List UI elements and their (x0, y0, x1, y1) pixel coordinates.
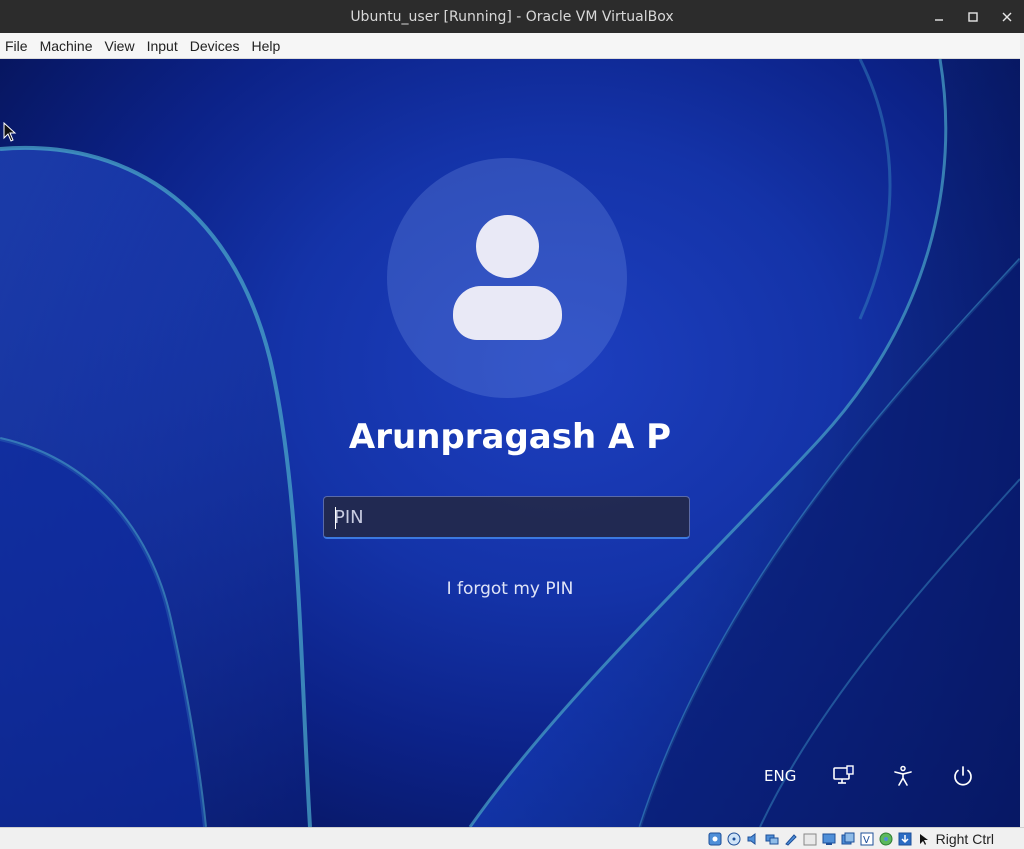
vm-display[interactable]: Arunpragash A P I forgot my PIN ENG (0, 59, 1020, 827)
avatar-body-icon (453, 286, 562, 340)
window-titlebar: Ubuntu_user [Running] - Oracle VM Virtua… (0, 0, 1024, 33)
keyboard-capture-icon (916, 831, 932, 847)
avatar-head-icon (476, 215, 539, 278)
usb-icon[interactable] (783, 831, 799, 847)
network-icon[interactable] (826, 759, 860, 793)
user-name: Arunpragash A P (348, 417, 672, 457)
vt-x-icon: V (859, 831, 875, 847)
mouse-cursor-icon (3, 122, 17, 142)
network-adapter-icon[interactable] (764, 831, 780, 847)
optical-drive-icon[interactable] (726, 831, 742, 847)
pin-field[interactable] (323, 496, 690, 539)
menu-view[interactable]: View (99, 33, 141, 59)
status-bar: V Right Ctrl (0, 827, 1024, 849)
close-icon[interactable] (990, 0, 1024, 33)
menu-bar: File Machine View Input Devices Help (0, 33, 1020, 59)
svg-text:V: V (863, 835, 870, 846)
accessibility-icon[interactable] (886, 759, 920, 793)
pin-input[interactable] (324, 497, 689, 537)
menu-file[interactable]: File (0, 33, 35, 59)
menu-machine[interactable]: Machine (35, 33, 100, 59)
menu-help[interactable]: Help (247, 33, 288, 59)
language-indicator[interactable]: ENG (764, 759, 796, 793)
menu-devices[interactable]: Devices (185, 33, 247, 59)
guest-additions-icon[interactable] (878, 831, 894, 847)
menu-input[interactable]: Input (142, 33, 185, 59)
mouse-integration-icon[interactable] (897, 831, 913, 847)
maximize-icon[interactable] (956, 0, 990, 33)
text-caret (335, 507, 336, 529)
host-key-label: Right Ctrl (935, 830, 994, 847)
recording-icon[interactable] (840, 831, 856, 847)
forgot-pin-link[interactable]: I forgot my PIN (0, 579, 1020, 599)
display-icon[interactable] (821, 831, 837, 847)
window-controls (922, 0, 1024, 33)
minimize-icon[interactable] (922, 0, 956, 33)
user-avatar (387, 158, 627, 398)
audio-icon[interactable] (745, 831, 761, 847)
hard-disk-icon[interactable] (707, 831, 723, 847)
power-icon[interactable] (946, 759, 980, 793)
window-border (1020, 33, 1024, 849)
window-title: Ubuntu_user [Running] - Oracle VM Virtua… (350, 8, 674, 25)
shared-folders-icon[interactable] (802, 831, 818, 847)
